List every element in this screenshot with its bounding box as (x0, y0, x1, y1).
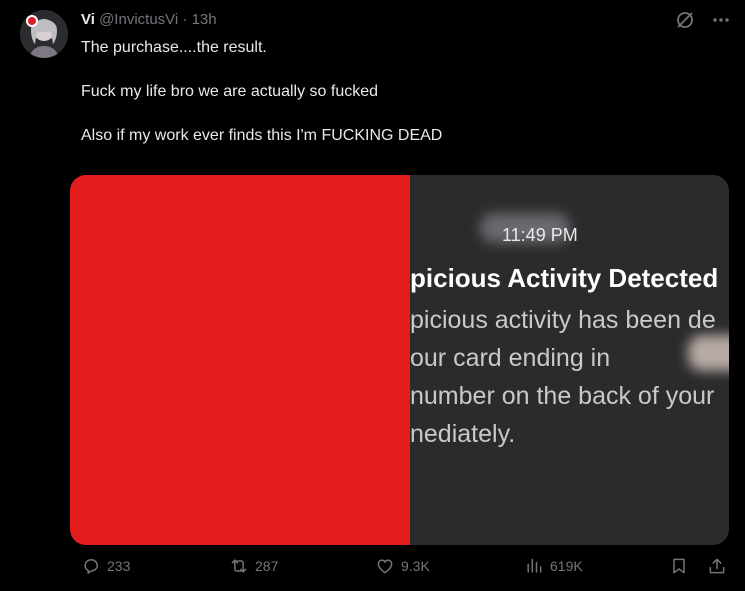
notification-body-line: our card ending in (410, 344, 611, 372)
reply-button[interactable]: 233 (81, 556, 130, 576)
notification-title: picious Activity Detected (410, 263, 719, 293)
repost-icon (231, 559, 247, 573)
like-count: 9.3K (401, 558, 430, 574)
repost-count: 287 (255, 558, 279, 574)
tweet-media[interactable]: 11:49 PM picious Activity Detected picio… (70, 175, 729, 545)
tweet-line: Also if my work ever finds this I'm FUCK… (81, 127, 443, 144)
views-button[interactable]: 619K (524, 556, 583, 576)
notification-screenshot: 11:49 PM picious Activity Detected picio… (410, 175, 729, 545)
tweet-line: The purchase....the result. (81, 39, 267, 56)
bookmark-icon (673, 558, 685, 574)
grok-icon[interactable] (675, 10, 695, 30)
notification-time: 11:49 PM (502, 225, 578, 245)
reply-icon (84, 559, 98, 574)
red-redaction-block (70, 175, 410, 545)
views-icon (527, 558, 542, 573)
notification-body-line: picious activity has been de (410, 306, 716, 334)
share-button[interactable] (707, 556, 727, 576)
more-icon[interactable] (711, 10, 731, 30)
bookmark-button[interactable] (669, 556, 689, 576)
like-button[interactable]: 9.3K (375, 556, 430, 576)
notification-body-line: nediately. (410, 420, 516, 448)
like-icon (377, 559, 393, 574)
blurred-card-number (688, 335, 729, 371)
notification-body-line: number on the back of your (410, 382, 715, 410)
tweet-actions: 233 287 9.3K 619K (81, 556, 731, 580)
reply-count: 233 (107, 558, 131, 574)
timestamp[interactable]: 13h (192, 11, 217, 28)
notification-body: picious activity has been de our card end… (410, 301, 729, 453)
tweet-header: Vi @InvictusVi · 13h (81, 10, 217, 30)
share-icon (709, 558, 725, 574)
separator-dot: · (182, 11, 188, 28)
tweet-top-actions (675, 10, 731, 30)
repost-button[interactable]: 287 (229, 556, 278, 576)
avatar-image (20, 10, 68, 58)
views-count: 619K (550, 558, 583, 574)
display-name[interactable]: Vi (81, 11, 95, 28)
handle[interactable]: @InvictusVi (99, 11, 178, 28)
tweet-text: The purchase....the result. Fuck my life… (81, 38, 721, 170)
avatar[interactable] (20, 10, 68, 58)
tweet-line: Fuck my life bro we are actually so fuck… (81, 83, 379, 100)
